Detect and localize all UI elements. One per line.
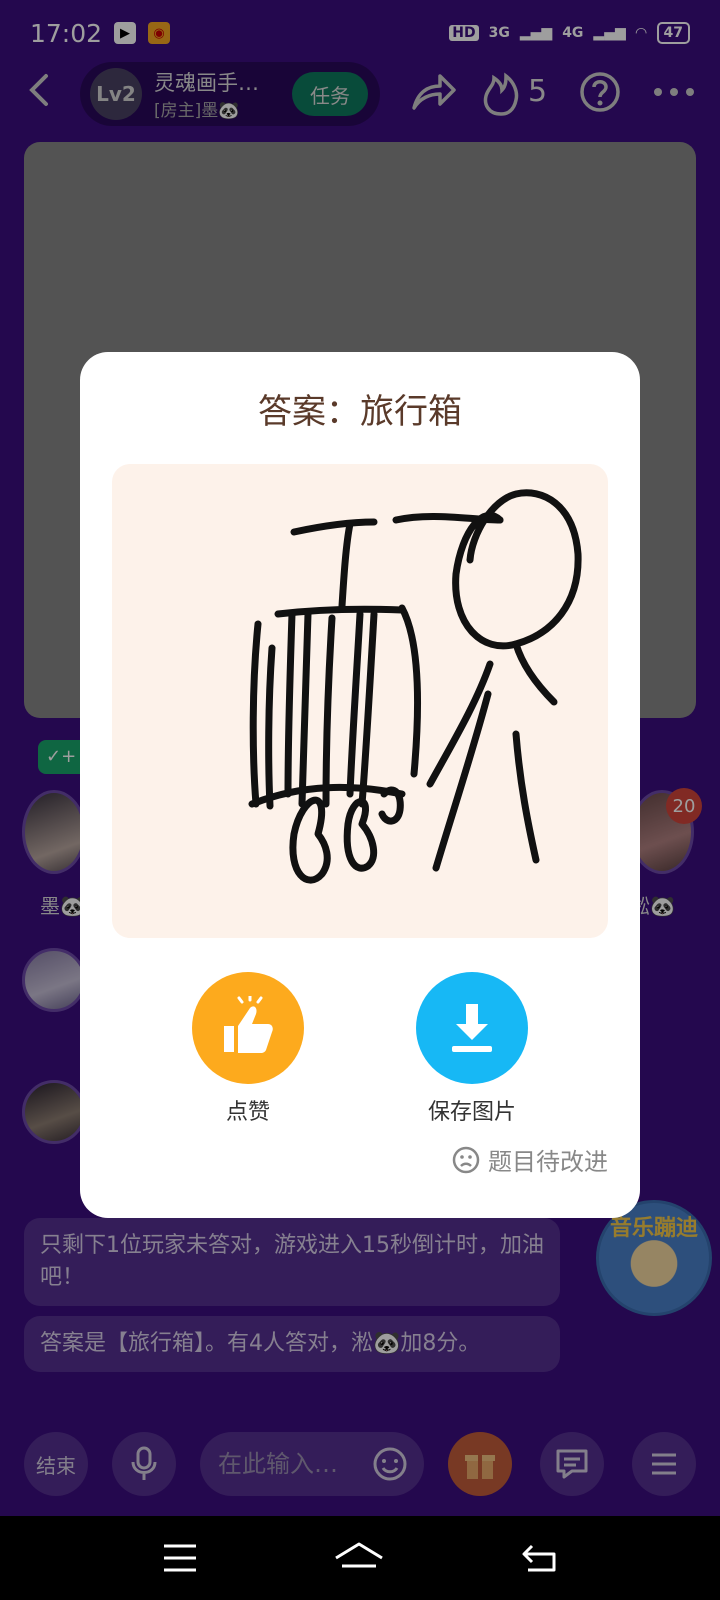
feedback-link[interactable]: 题目待改进	[452, 1142, 608, 1177]
answer-dialog: 答案：旅行箱 点赞 保存图片 题目待改进	[80, 352, 640, 1218]
feedback-label: 题目待改进	[488, 1148, 608, 1176]
home-icon[interactable]	[332, 1536, 386, 1580]
system-navigation-bar	[0, 1516, 720, 1600]
like-button[interactable]	[192, 972, 304, 1084]
player-drawing	[112, 464, 608, 938]
save-image-label: 保存图片	[427, 1100, 516, 1125]
back-nav-icon[interactable]	[518, 1536, 562, 1580]
download-icon	[452, 1004, 492, 1052]
recent-apps-icon[interactable]	[158, 1536, 202, 1580]
save-image-button[interactable]	[416, 972, 528, 1084]
answer-title: 答案：旅行箱	[258, 392, 462, 432]
like-label: 点赞	[225, 1100, 270, 1125]
sad-face-icon	[452, 1146, 480, 1173]
drawing-strokes	[248, 489, 582, 884]
thumbs-up-icon	[224, 996, 273, 1053]
